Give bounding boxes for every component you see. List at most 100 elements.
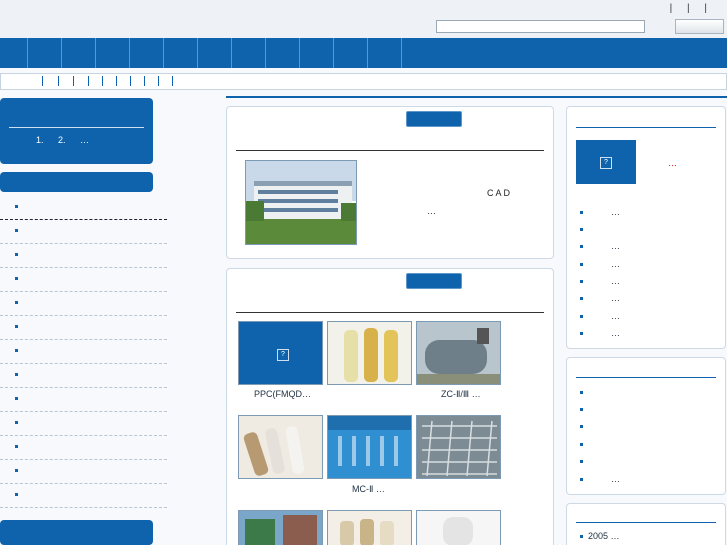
right-link-item[interactable] <box>580 439 611 449</box>
product-thumb-3[interactable] <box>416 321 501 385</box>
category-item[interactable] <box>0 196 167 220</box>
nav-item-8[interactable] <box>232 38 266 68</box>
bullet-icon <box>15 445 18 448</box>
left-bottom-header <box>0 520 153 545</box>
product-thumb-2[interactable] <box>327 321 412 385</box>
left-info-panel: 1. 2. … <box>0 98 153 164</box>
category-item[interactable] <box>0 484 167 508</box>
bullet-icon <box>15 229 18 232</box>
category-item[interactable] <box>0 388 167 412</box>
bullet-icon <box>15 205 18 208</box>
right-news-item-text: … <box>611 241 620 251</box>
product-thumb-4[interactable] <box>238 415 323 479</box>
panel-divider <box>9 127 144 128</box>
product-caption-1[interactable]: PPC(FMQD… <box>254 389 311 399</box>
bullet-icon <box>580 245 583 249</box>
top-bar: | | | <box>0 0 727 38</box>
company-building-photo[interactable] <box>245 160 357 245</box>
steps-text: 1. 2. … <box>36 135 90 145</box>
right-link-item[interactable] <box>580 404 611 414</box>
nav-item-2[interactable] <box>28 38 62 68</box>
bullet-icon <box>580 332 583 336</box>
sub-nav <box>0 73 727 90</box>
right-news-item-text: … <box>611 259 620 269</box>
bullet-icon <box>580 211 583 215</box>
bullet-icon <box>15 253 18 256</box>
main-nav <box>0 38 727 68</box>
bullet-icon <box>580 315 583 319</box>
search-input[interactable] <box>436 20 645 33</box>
product-thumb-5[interactable] <box>327 415 412 479</box>
category-item[interactable] <box>0 244 167 268</box>
right-news-item[interactable]: … <box>580 293 620 303</box>
right-news-thumb[interactable]: ? <box>576 140 636 184</box>
filter-bags-image <box>328 322 411 384</box>
products-title-tab[interactable] <box>406 273 462 289</box>
right-news-item[interactable]: … <box>580 328 620 338</box>
right-news-item-text: … <box>611 328 620 338</box>
bullet-icon <box>580 478 583 482</box>
about-more-link[interactable]: … <box>427 206 436 216</box>
products-box <box>226 268 554 545</box>
nav-item-3[interactable] <box>62 38 96 68</box>
product-thumb-7[interactable] <box>238 510 323 545</box>
product-thumb-1[interactable]: ? <box>238 321 323 385</box>
nav-item-5[interactable] <box>130 38 164 68</box>
category-item[interactable] <box>0 316 167 340</box>
category-item[interactable] <box>0 292 167 316</box>
category-item[interactable] <box>0 436 167 460</box>
nav-item-1[interactable] <box>0 38 28 68</box>
top-links[interactable]: | | | <box>670 3 713 14</box>
product-thumb-6[interactable] <box>416 415 501 479</box>
bullet-icon <box>15 349 18 352</box>
sub-nav-divider <box>102 76 103 86</box>
broken-image-icon: ? <box>600 157 612 169</box>
right-news-item[interactable]: … <box>580 259 620 269</box>
right-news-item-text: … <box>611 293 620 303</box>
about-title-tab[interactable] <box>406 111 462 127</box>
right-news-item[interactable]: … <box>580 207 620 217</box>
sub-nav-divider <box>130 76 131 86</box>
product-caption-5[interactable]: MC-Ⅱ … <box>352 484 385 495</box>
bullet-icon <box>15 397 18 400</box>
right-news-item[interactable]: … <box>580 311 620 321</box>
category-item[interactable] <box>0 460 167 484</box>
right-bottom-item[interactable]: 2005 … <box>580 531 620 541</box>
category-item[interactable] <box>0 364 167 388</box>
right-link-item[interactable] <box>580 387 611 397</box>
nav-item-12[interactable] <box>368 38 402 68</box>
nav-item-6[interactable] <box>164 38 198 68</box>
bullet-icon <box>15 277 18 280</box>
category-item[interactable] <box>0 340 167 364</box>
nav-item-10[interactable] <box>300 38 334 68</box>
search-button[interactable] <box>675 19 724 34</box>
right-link-item[interactable]: … <box>580 474 620 484</box>
dust-collector-image <box>417 322 500 384</box>
nav-item-9[interactable] <box>266 38 300 68</box>
right-news-item-text: … <box>611 207 620 217</box>
category-item[interactable] <box>0 268 167 292</box>
category-item[interactable] <box>0 412 167 436</box>
sub-nav-divider <box>73 76 74 86</box>
right-news-item[interactable]: … <box>580 241 620 251</box>
right-link-item[interactable] <box>580 456 611 466</box>
nav-item-4[interactable] <box>96 38 130 68</box>
right-news-item[interactable]: … <box>580 276 620 286</box>
category-item[interactable] <box>0 220 167 244</box>
industrial-site-image <box>239 511 322 545</box>
right-link-item[interactable] <box>580 421 611 431</box>
filter-tubes-image <box>239 416 322 478</box>
nav-item-11[interactable] <box>334 38 368 68</box>
bullet-icon <box>15 301 18 304</box>
filter-bags-row-image <box>328 511 411 545</box>
product-caption-3[interactable]: ZC-Ⅱ/Ⅲ … <box>441 389 481 400</box>
main-top-rule <box>226 96 727 98</box>
bullet-icon <box>15 493 18 496</box>
right-link-item-text: … <box>611 474 620 484</box>
product-thumb-9[interactable] <box>416 510 501 545</box>
product-thumb-8[interactable] <box>327 510 412 545</box>
nav-item-7[interactable] <box>198 38 232 68</box>
right-news-title-more[interactable]: … <box>668 158 677 168</box>
right-news-item[interactable] <box>580 224 611 234</box>
about-divider <box>236 150 544 151</box>
